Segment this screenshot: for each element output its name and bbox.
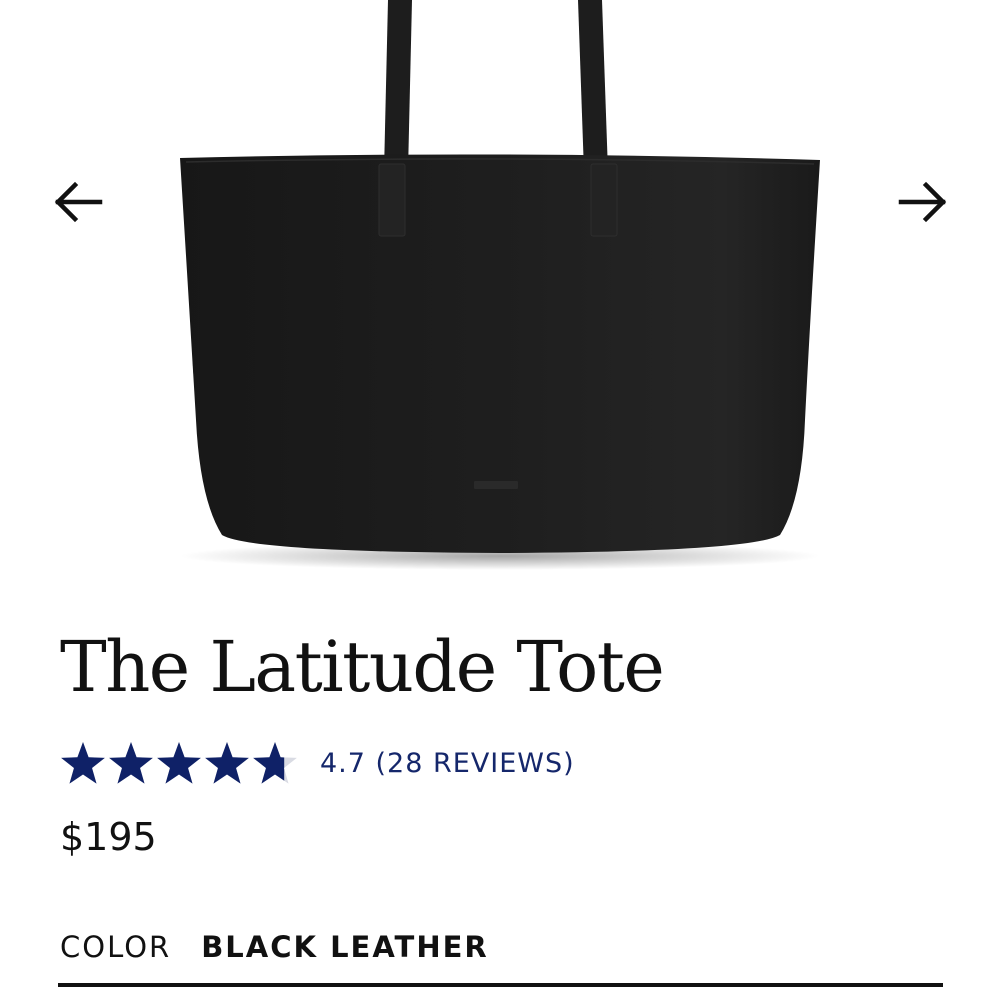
product-image[interactable] bbox=[150, 0, 850, 590]
star-icon bbox=[61, 742, 105, 784]
star-icon bbox=[253, 742, 297, 784]
color-label: COLOR bbox=[60, 930, 172, 964]
product-price: $195 bbox=[60, 815, 157, 859]
color-selector: COLOR BLACK LEATHER bbox=[60, 925, 489, 969]
star-rating bbox=[60, 740, 300, 786]
color-divider bbox=[58, 983, 943, 987]
next-image-button[interactable] bbox=[895, 175, 951, 231]
rating-row: 4.7 (28 REVIEWS) bbox=[60, 738, 575, 788]
previous-image-button[interactable] bbox=[50, 175, 106, 231]
arrow-right-icon bbox=[898, 181, 947, 223]
tote-bag-image bbox=[180, 0, 820, 570]
arrow-left-icon bbox=[54, 181, 103, 223]
star-icon bbox=[205, 742, 249, 784]
star-icon bbox=[109, 742, 153, 784]
selected-color: BLACK LEATHER bbox=[201, 930, 489, 964]
product-page: The Latitude Tote 4.7 (28 REVIEWS) $195 … bbox=[0, 0, 1000, 1000]
product-title: The Latitude Tote bbox=[60, 626, 665, 708]
star-icon bbox=[157, 742, 201, 784]
reviews-link[interactable]: 4.7 (28 REVIEWS) bbox=[320, 748, 575, 779]
product-image-carousel bbox=[0, 0, 1000, 590]
